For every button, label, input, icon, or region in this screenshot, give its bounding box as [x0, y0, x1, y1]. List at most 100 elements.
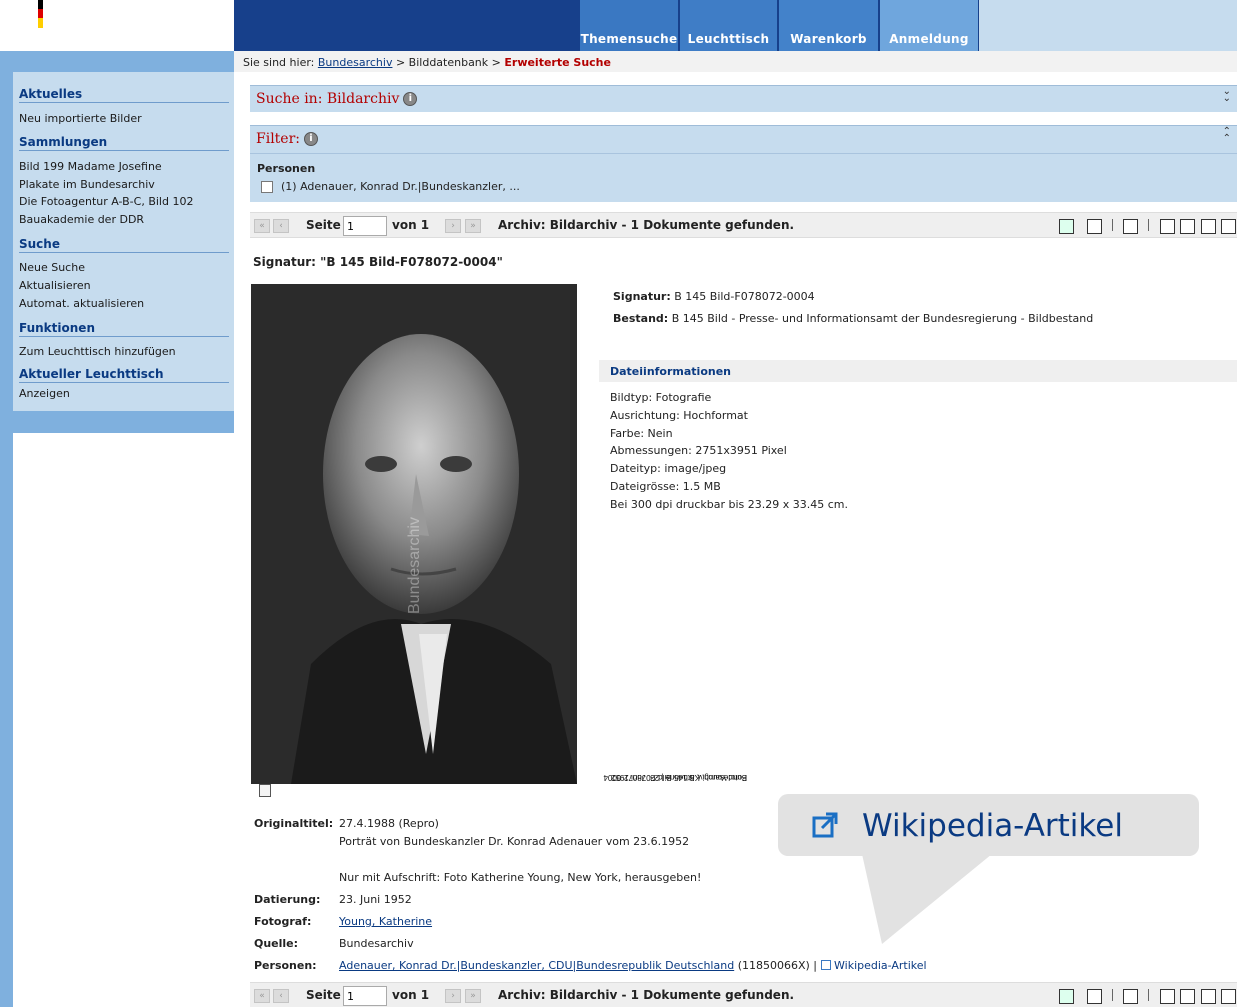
select-all-icon[interactable]: [1059, 219, 1074, 234]
sidebar-heading-funktionen: Funktionen: [19, 321, 229, 337]
sidebar-item-neu-importierte-bilder[interactable]: Neu importierte Bilder: [19, 112, 142, 125]
filter-panel-title-text: Filter:: [256, 131, 300, 147]
originaltitel-line: Nur mit Aufschrift: Foto Katherine Young…: [339, 871, 702, 884]
flag-black-stripe: [38, 0, 43, 9]
first-page-button[interactable]: «: [254, 219, 270, 233]
external-link-icon: [812, 812, 838, 838]
deselect-icon[interactable]: [1087, 219, 1102, 234]
personen-label: Personen:: [254, 959, 317, 972]
sidebar-heading-sammlungen: Sammlungen: [19, 135, 229, 151]
fotograf-label: Fotograf:: [254, 915, 312, 928]
sidebar-item-plakate[interactable]: Plakate im Bundesarchiv: [19, 178, 155, 191]
last-page-button[interactable]: »: [465, 219, 481, 233]
external-link-icon: [820, 960, 831, 970]
small-grid-view-icon[interactable]: [1180, 989, 1195, 1004]
file-info-line: Dateityp: image/jpeg: [610, 462, 727, 475]
detail-view-icon[interactable]: [1221, 219, 1236, 234]
search-panel-title: Suche in: Bildarchiv i: [256, 91, 418, 107]
grid-view-icon[interactable]: [1160, 219, 1175, 234]
sidebar-item-fotoagentur[interactable]: Die Fotoagentur A-B-C, Bild 102: [19, 195, 193, 208]
sidebar-item-anzeigen[interactable]: Anzeigen: [19, 387, 70, 400]
header-right-band: [979, 0, 1237, 51]
breadcrumb: Sie sind hier: Bundesarchiv > Bilddatenb…: [234, 51, 1237, 72]
datierung-value: 23. Juni 1952: [339, 893, 412, 906]
next-page-button[interactable]: ›: [445, 989, 461, 1003]
tab-anmeldung[interactable]: Anmeldung: [880, 0, 978, 51]
breadcrumb-item-bilddatenbank[interactable]: Bilddatenbank: [409, 56, 488, 69]
sidebar-item-bauakademie[interactable]: Bauakademie der DDR: [19, 213, 144, 226]
list-view-icon[interactable]: [1201, 219, 1216, 234]
sidebar-item-automat-aktualisieren[interactable]: Automat. aktualisieren: [19, 297, 144, 310]
toolbar-separator: [1112, 219, 1113, 231]
select-all-icon[interactable]: [1059, 989, 1074, 1004]
lighttable-add-icon[interactable]: [259, 784, 271, 797]
page-of-label: von 1: [392, 988, 430, 1002]
file-info-heading: Dateiinformationen: [599, 360, 1237, 382]
page-input[interactable]: [343, 986, 387, 1006]
toolbar-separator: [1148, 989, 1149, 1001]
originaltitel-line: Porträt von Bundeskanzler Dr. Konrad Ade…: [339, 835, 690, 848]
left-strip: [0, 72, 13, 1007]
next-page-button[interactable]: ›: [445, 219, 461, 233]
sidebar-item-zum-leuchttisch[interactable]: Zum Leuchttisch hinzufügen: [19, 345, 176, 358]
sidebar: Aktuelles Neu importierte Bilder Sammlun…: [13, 72, 234, 433]
add-to-lighttable-icon[interactable]: [1123, 219, 1138, 234]
toolbar-separator: [1112, 989, 1113, 1001]
breadcrumb-separator: >: [395, 56, 406, 69]
sidebar-item-aktualisieren[interactable]: Aktualisieren: [19, 279, 91, 292]
personen-link[interactable]: Adenauer, Konrad Dr.|Bundeskanzler, CDU|…: [339, 959, 734, 972]
tab-leuchttisch[interactable]: Leuchttisch: [680, 0, 777, 51]
pager-top: « ‹ Seite von 1 › » Archiv: Bildarchiv -…: [250, 212, 1237, 238]
breadcrumb-link-bundesarchiv[interactable]: Bundesarchiv: [318, 56, 393, 69]
prev-page-button[interactable]: ‹: [273, 989, 289, 1003]
sidebar-item-neue-suche[interactable]: Neue Suche: [19, 261, 85, 274]
originaltitel-label: Originaltitel:: [254, 817, 334, 830]
callout-tail: [862, 854, 992, 944]
signatur-label: Signatur:: [613, 290, 671, 303]
portrait-photo[interactable]: Bundesarchiv: [251, 284, 577, 784]
filter-option-label: (1) Adenauer, Konrad Dr.|Bundeskanzler, …: [281, 180, 520, 193]
sidebar-item-madame-josefine[interactable]: Bild 199 Madame Josefine: [19, 160, 162, 173]
file-info-line: Bildtyp: Fotografie: [610, 391, 712, 404]
page-input[interactable]: [343, 216, 387, 236]
breadcrumb-prefix: Sie sind hier:: [243, 56, 315, 69]
deselect-icon[interactable]: [1087, 989, 1102, 1004]
file-info-line: Abmessungen: 2751x3951 Pixel: [610, 444, 787, 457]
personen-row: Adenauer, Konrad Dr.|Bundeskanzler, CDU|…: [339, 959, 927, 972]
detail-view-icon[interactable]: [1221, 989, 1236, 1004]
originaltitel-line: 27.4.1988 (Repro): [339, 817, 439, 830]
fotograf-link[interactable]: Young, Katherine: [339, 915, 432, 928]
pager-bottom: « ‹ Seite von 1 › » Archiv: Bildarchiv -…: [250, 982, 1237, 1007]
sidebar-heading-suche: Suche: [19, 237, 229, 253]
filter-panel: Filter: i ⌃ ⌃ Personen (1) Adenauer, Konra…: [250, 125, 1237, 202]
list-view-icon[interactable]: [1201, 989, 1216, 1004]
wikipedia-link[interactable]: Wikipedia-Artikel: [834, 959, 927, 972]
filter-checkbox[interactable]: [261, 181, 273, 193]
page-of-label: von 1: [392, 218, 430, 232]
grid-view-icon[interactable]: [1160, 989, 1175, 1004]
flag-gold-stripe: [38, 18, 43, 28]
prev-page-button[interactable]: ‹: [273, 219, 289, 233]
filter-panel-header[interactable]: Filter: i ⌃ ⌃: [250, 126, 1237, 154]
photo-watermark: Bundesarchiv: [406, 517, 423, 614]
record-title: Signatur: "B 145 Bild-F078072-0004": [253, 255, 503, 269]
photo-credit: Bundesarchiv, B 145 Bild-F078072-0004 Fo…: [577, 612, 748, 782]
search-panel-header[interactable]: Suche in: Bildarchiv i ⌄ ⌄: [250, 85, 1237, 112]
first-page-button[interactable]: «: [254, 989, 270, 1003]
callout-text[interactable]: Wikipedia-Artikel: [862, 808, 1123, 844]
tab-warenkorb[interactable]: Warenkorb: [779, 0, 878, 51]
left-top-band: [0, 51, 234, 72]
page-label: Seite: [306, 218, 341, 232]
chevron-up-icon[interactable]: ⌃ ⌃: [1223, 127, 1231, 144]
info-icon[interactable]: i: [304, 132, 318, 146]
signatur-value: B 145 Bild-F078072-0004: [674, 290, 815, 303]
file-info-line: Bei 300 dpi druckbar bis 23.29 x 33.45 c…: [610, 498, 849, 511]
search-panel-title-text: Suche in: Bildarchiv: [256, 91, 400, 107]
info-icon[interactable]: i: [403, 92, 418, 106]
small-grid-view-icon[interactable]: [1180, 219, 1195, 234]
tab-themensuche[interactable]: Themensuche: [580, 0, 678, 51]
filter-group-label: Personen: [257, 162, 316, 175]
chevron-down-icon[interactable]: ⌄ ⌄: [1223, 87, 1231, 104]
add-to-lighttable-icon[interactable]: [1123, 989, 1138, 1004]
last-page-button[interactable]: »: [465, 989, 481, 1003]
